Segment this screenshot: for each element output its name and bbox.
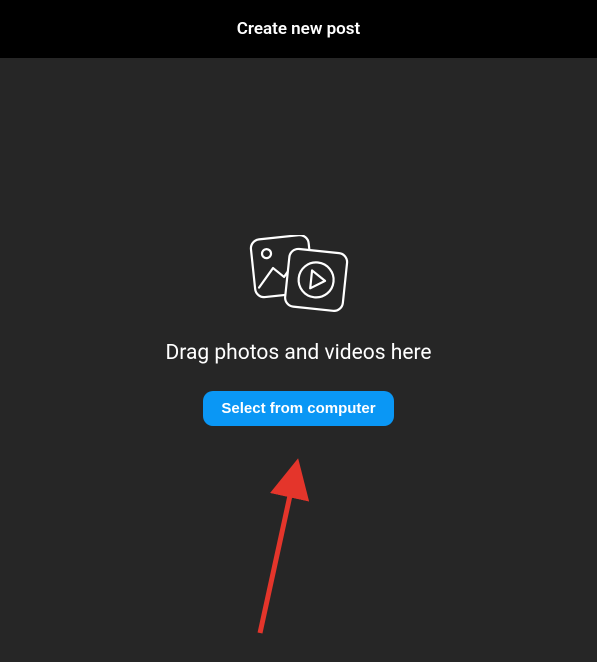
photo-video-icon bbox=[243, 235, 355, 319]
modal-header: Create new post bbox=[0, 0, 597, 58]
modal-title: Create new post bbox=[237, 19, 361, 39]
arrow-annotation bbox=[240, 458, 330, 642]
upload-dropzone[interactable]: Drag photos and videos here Select from … bbox=[0, 58, 597, 662]
select-from-computer-button[interactable]: Select from computer bbox=[203, 391, 393, 426]
dropzone-prompt: Drag photos and videos here bbox=[165, 341, 431, 365]
